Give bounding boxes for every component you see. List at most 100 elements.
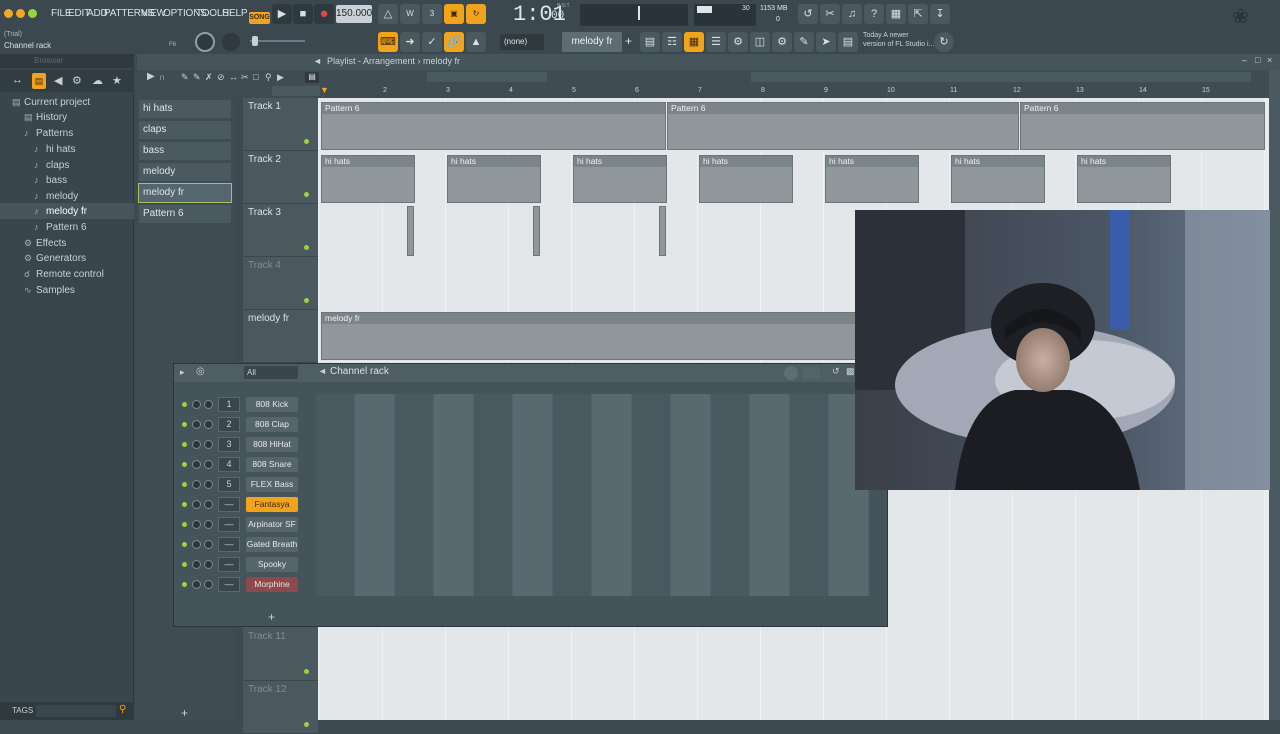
play-icon[interactable]: ▶ bbox=[272, 4, 292, 24]
piano-roll-icon[interactable]: ☶ bbox=[662, 32, 682, 52]
channel-button[interactable]: 808 Kick bbox=[246, 397, 298, 412]
channel-led[interactable] bbox=[182, 402, 187, 407]
channel-number[interactable]: — bbox=[218, 557, 240, 572]
volume-knob[interactable] bbox=[204, 520, 213, 529]
rack-zoom-knob[interactable] bbox=[784, 366, 798, 380]
pattern-selector[interactable]: melody fr bbox=[562, 32, 622, 52]
collapse-icon[interactable]: ↔ bbox=[12, 74, 23, 86]
track-active-led[interactable] bbox=[304, 722, 309, 727]
playlist-icon[interactable]: ▤ bbox=[640, 32, 660, 52]
browser-item[interactable]: ☌ Remote control bbox=[24, 269, 104, 280]
plugin-database-icon[interactable]: ⚙ bbox=[72, 74, 82, 87]
pan-knob[interactable] bbox=[192, 500, 201, 509]
channel-number[interactable]: 5 bbox=[218, 477, 240, 492]
channel-number[interactable]: 3 bbox=[218, 437, 240, 452]
browser-icon[interactable]: ◫ bbox=[750, 32, 770, 52]
playlist-scroll-bar[interactable] bbox=[751, 72, 1251, 82]
channel-button[interactable]: Gated Breath bbox=[246, 537, 298, 552]
channel-number[interactable]: — bbox=[218, 497, 240, 512]
pattern-clip[interactable] bbox=[659, 206, 666, 256]
save-icon[interactable]: ▦ bbox=[886, 4, 906, 24]
master-slider-handle[interactable] bbox=[252, 36, 258, 46]
window-dot-icon[interactable] bbox=[4, 9, 13, 18]
minimize-icon[interactable]: – bbox=[1242, 55, 1247, 65]
stamp-icon[interactable]: ▲ bbox=[466, 32, 486, 52]
track-active-led[interactable] bbox=[304, 139, 309, 144]
select-tool-icon[interactable]: □ bbox=[253, 72, 258, 82]
channel-led[interactable] bbox=[182, 502, 187, 507]
pattern-clip[interactable]: hi hats bbox=[951, 155, 1045, 203]
pattern-item-selected[interactable]: melody fr bbox=[138, 183, 232, 203]
browser-item[interactable]: ∿ Samples bbox=[24, 285, 75, 296]
playlist-vertical-scrollbar[interactable] bbox=[1269, 70, 1280, 720]
browser-item[interactable]: ♪ bass bbox=[34, 175, 67, 186]
record-icon[interactable]: ● bbox=[314, 4, 334, 24]
master-volume-knob[interactable] bbox=[195, 32, 215, 52]
pattern-clip[interactable]: hi hats bbox=[447, 155, 541, 203]
pattern-clip[interactable]: hi hats bbox=[573, 155, 667, 203]
pattern-item[interactable]: hi hats bbox=[139, 100, 231, 118]
pattern-list-toggle-icon[interactable]: ▤ bbox=[305, 72, 319, 83]
typing-keyboard-icon[interactable]: ⌨ bbox=[378, 32, 398, 52]
volume-knob[interactable] bbox=[204, 560, 213, 569]
arrow-right-icon[interactable]: ➜ bbox=[400, 32, 420, 52]
browser-item[interactable]: ▤ Current project bbox=[12, 97, 90, 108]
song-mode-toggle[interactable]: SONG bbox=[249, 12, 270, 24]
track-header[interactable]: Track 12 bbox=[243, 681, 318, 734]
track-active-led[interactable] bbox=[304, 298, 309, 303]
playlist-zoom-bar[interactable] bbox=[427, 72, 547, 82]
browser-item[interactable]: ♪ melody bbox=[34, 191, 78, 202]
track-active-led[interactable] bbox=[304, 192, 309, 197]
pattern-item[interactable]: melody bbox=[139, 163, 231, 181]
pattern-clip[interactable]: Pattern 6 bbox=[321, 102, 666, 150]
arrow-forward-icon[interactable]: ➤ bbox=[816, 32, 836, 52]
tags-search-input[interactable] bbox=[36, 705, 116, 717]
pattern-clip[interactable]: hi hats bbox=[321, 155, 415, 203]
plugin-icon[interactable]: ⚙ bbox=[728, 32, 748, 52]
track-header[interactable]: Track 11 bbox=[243, 628, 318, 681]
add-channel-button[interactable]: + bbox=[268, 610, 275, 624]
channel-led[interactable] bbox=[182, 522, 187, 527]
countdown-icon[interactable]: 3 bbox=[422, 4, 442, 24]
channel-led[interactable] bbox=[182, 442, 187, 447]
pan-knob[interactable] bbox=[192, 400, 201, 409]
channel-number[interactable]: — bbox=[218, 517, 240, 532]
browser-item[interactable]: ♪ melody fr bbox=[34, 206, 87, 217]
track-header[interactable]: Track 2 bbox=[243, 151, 318, 204]
channel-led[interactable] bbox=[182, 582, 187, 587]
paint-tool-icon[interactable]: ✎ bbox=[193, 72, 201, 83]
snap-icon[interactable]: ✓ bbox=[422, 32, 442, 52]
volume-knob[interactable] bbox=[204, 580, 213, 589]
channel-led[interactable] bbox=[182, 562, 187, 567]
channel-number[interactable]: 2 bbox=[218, 417, 240, 432]
channel-number[interactable]: 4 bbox=[218, 457, 240, 472]
export-icon[interactable]: ⇱ bbox=[908, 4, 928, 24]
cut-icon[interactable]: ✂ bbox=[820, 4, 840, 24]
piano-roll-preview[interactable] bbox=[316, 394, 870, 596]
news-icon[interactable]: ▤ bbox=[838, 32, 858, 52]
browser-item[interactable]: ♪ claps bbox=[34, 160, 69, 171]
master-slider[interactable] bbox=[250, 40, 305, 42]
pattern-clip[interactable] bbox=[407, 206, 414, 256]
pattern-clip[interactable]: hi hats bbox=[699, 155, 793, 203]
channel-number[interactable]: 1 bbox=[218, 397, 240, 412]
stop-icon[interactable]: ■ bbox=[293, 4, 313, 24]
star-icon[interactable]: ★ bbox=[112, 74, 122, 87]
pan-knob[interactable] bbox=[192, 480, 201, 489]
volume-knob[interactable] bbox=[204, 500, 213, 509]
volume-knob[interactable] bbox=[204, 460, 213, 469]
volume-knob[interactable] bbox=[204, 440, 213, 449]
cloud-icon[interactable]: ☁ bbox=[92, 74, 103, 87]
channel-rack-icon[interactable]: ▦ bbox=[684, 32, 704, 52]
pattern-clip[interactable]: hi hats bbox=[825, 155, 919, 203]
swing-knob-icon[interactable]: ◎ bbox=[196, 366, 205, 377]
undo-icon[interactable]: ↺ bbox=[798, 4, 818, 24]
pan-knob[interactable] bbox=[192, 560, 201, 569]
channel-button[interactable]: 808 Snare bbox=[246, 457, 298, 472]
rack-menu-icon[interactable]: ▸ bbox=[180, 367, 185, 378]
mute-tool-icon[interactable]: ⊘ bbox=[217, 72, 225, 83]
brush-icon[interactable]: ✎ bbox=[794, 32, 814, 52]
microphone-icon[interactable]: ♫ bbox=[842, 4, 862, 24]
rack-arrow-icon[interactable]: ◄ bbox=[318, 366, 327, 376]
browser-item[interactable]: ⚙ Effects bbox=[24, 238, 66, 249]
